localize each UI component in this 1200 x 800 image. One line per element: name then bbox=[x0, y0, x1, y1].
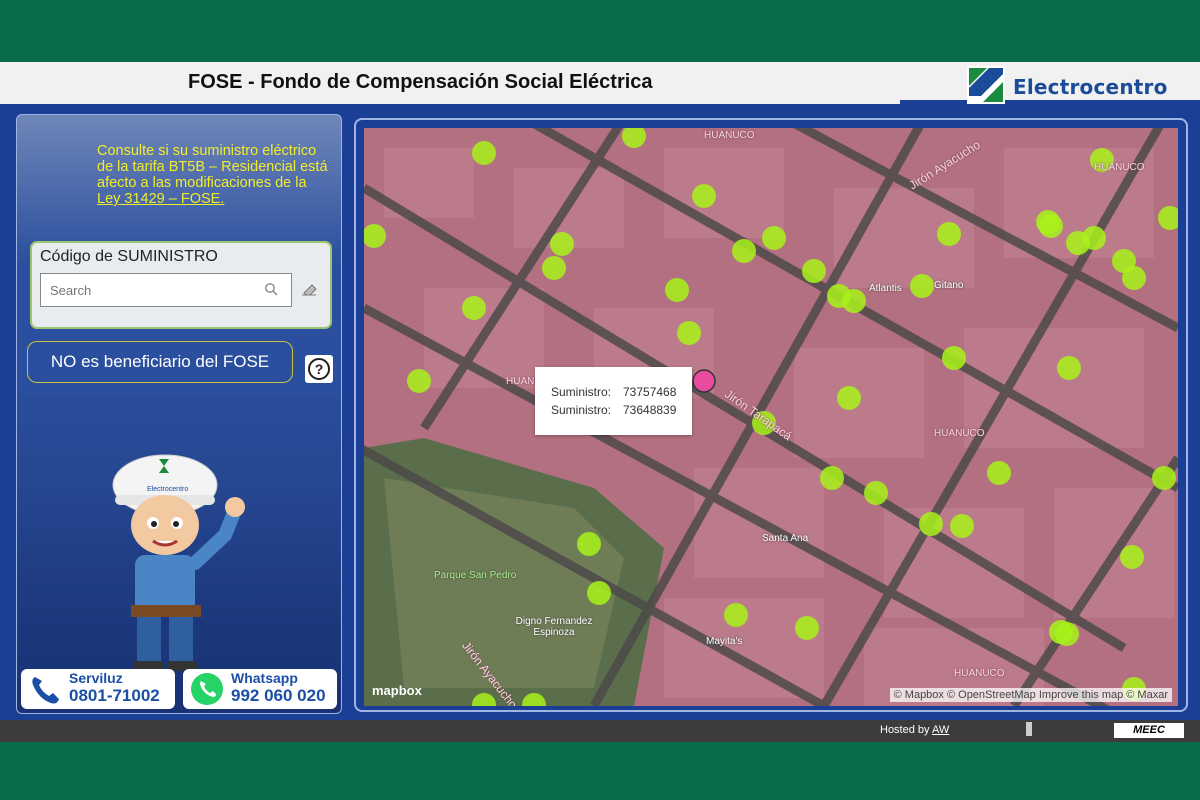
supply-marker[interactable] bbox=[677, 321, 701, 345]
popup-row: Suministro: 73648839 bbox=[551, 403, 676, 417]
supply-marker[interactable] bbox=[1039, 214, 1063, 238]
whatsapp-contact[interactable]: Whatsapp 992 060 020 bbox=[183, 669, 337, 709]
supply-marker[interactable] bbox=[910, 274, 934, 298]
map-label-huanuco: HUANUCO bbox=[934, 428, 985, 439]
electrocentro-logo: Electrocentro bbox=[967, 66, 1182, 104]
electrocentro-logo-icon bbox=[967, 66, 1005, 104]
supply-marker[interactable] bbox=[724, 603, 748, 627]
popup-label: Suministro: bbox=[551, 385, 612, 399]
intro-text: Consulte si su suministro eléctrico de l… bbox=[97, 143, 333, 207]
supply-marker[interactable] bbox=[919, 512, 943, 536]
whatsapp-number: 992 060 020 bbox=[231, 686, 326, 705]
app-frame: FOSE - Fondo de Compensación Social Eléc… bbox=[0, 62, 1200, 742]
eraser-icon[interactable] bbox=[300, 281, 318, 297]
footer: Hosted by AW MEEC bbox=[0, 720, 1200, 742]
supply-marker[interactable] bbox=[542, 256, 566, 280]
supply-marker[interactable] bbox=[820, 466, 844, 490]
serviluz-label: Serviluz bbox=[69, 670, 123, 686]
map-label-huanuco: HUANUCO bbox=[704, 130, 755, 141]
poi-parque: Parque San Pedro bbox=[434, 570, 517, 581]
poi-digno: Digno Fernandez Espinoza bbox=[515, 616, 593, 638]
map-label-huanuco: HUANUCO bbox=[1094, 162, 1145, 173]
header: FOSE - Fondo de Compensación Social Eléc… bbox=[0, 62, 1200, 108]
whatsapp-icon bbox=[191, 673, 223, 705]
map-panel: HUANUCO HUANUCO HUANUCO HUANUCO HUANUCO … bbox=[354, 118, 1188, 712]
help-glyph: ? bbox=[315, 361, 324, 377]
mascot-cap-text: Electrocentro bbox=[147, 486, 188, 493]
supply-marker[interactable] bbox=[1066, 231, 1090, 255]
supply-marker[interactable] bbox=[550, 232, 574, 256]
serviluz-contact[interactable]: Serviluz 0801-71002 bbox=[21, 669, 175, 709]
poi-santa-ana: Santa Ana bbox=[762, 533, 809, 544]
popup-value: 73757468 bbox=[623, 385, 677, 399]
search-input[interactable] bbox=[40, 273, 292, 307]
supply-marker[interactable] bbox=[837, 386, 861, 410]
logo-text: Electrocentro bbox=[1013, 75, 1168, 99]
popup-row: Suministro: 73757468 bbox=[551, 385, 676, 399]
supply-marker[interactable] bbox=[472, 141, 496, 165]
supply-marker[interactable] bbox=[864, 481, 888, 505]
map-popup: Suministro: 73757468 Suministro: 73648839 bbox=[535, 367, 692, 435]
whatsapp-label: Whatsapp bbox=[231, 670, 298, 686]
hosted-by: Hosted by AW bbox=[880, 724, 949, 736]
intro-body: Consulte si su suministro eléctrico de l… bbox=[97, 143, 328, 191]
supply-marker[interactable] bbox=[577, 532, 601, 556]
hosted-by-link[interactable]: AW bbox=[932, 724, 949, 736]
supply-marker[interactable] bbox=[1055, 622, 1079, 646]
help-icon: ? bbox=[308, 358, 330, 380]
supply-marker[interactable] bbox=[842, 289, 866, 313]
search-icon[interactable] bbox=[264, 282, 278, 296]
supply-marker[interactable] bbox=[462, 296, 486, 320]
phone-icon bbox=[32, 677, 59, 704]
supply-marker[interactable] bbox=[1152, 466, 1176, 490]
search-card: Código de SUMINISTRO bbox=[30, 241, 332, 329]
map-view[interactable]: HUANUCO HUANUCO HUANUCO HUANUCO HUANUCO … bbox=[364, 128, 1178, 706]
supply-marker[interactable] bbox=[937, 222, 961, 246]
supply-marker[interactable] bbox=[762, 226, 786, 250]
law-link[interactable]: Ley 31429 – FOSE. bbox=[97, 191, 224, 207]
supply-marker[interactable] bbox=[950, 514, 974, 538]
supply-marker[interactable] bbox=[795, 616, 819, 640]
supply-marker[interactable] bbox=[802, 259, 826, 283]
supply-marker[interactable] bbox=[665, 278, 689, 302]
help-button[interactable]: ? bbox=[305, 355, 333, 383]
supply-marker[interactable] bbox=[1057, 356, 1081, 380]
selected-marker bbox=[692, 369, 716, 393]
popup-label: Suministro: bbox=[551, 403, 612, 417]
supply-marker[interactable] bbox=[407, 369, 431, 393]
hosted-by-text: Hosted by bbox=[880, 724, 932, 736]
supply-marker[interactable] bbox=[692, 184, 716, 208]
supply-marker[interactable] bbox=[942, 346, 966, 370]
supply-marker[interactable] bbox=[587, 581, 611, 605]
supply-marker[interactable] bbox=[1120, 545, 1144, 569]
page-title: FOSE - Fondo de Compensación Social Eléc… bbox=[188, 71, 653, 93]
supply-marker[interactable] bbox=[1122, 266, 1146, 290]
mapbox-logo[interactable]: mapbox bbox=[372, 683, 422, 698]
status-badge: NO es beneficiario del FOSE bbox=[27, 341, 293, 383]
serviluz-number: 0801-71002 bbox=[69, 686, 160, 705]
supply-marker[interactable] bbox=[732, 239, 756, 263]
popup-value: 73648839 bbox=[623, 403, 677, 417]
map-attribution[interactable]: © Mapbox © OpenStreetMap Improve this ma… bbox=[889, 688, 1172, 702]
poi-atlantis: Atlantis bbox=[869, 283, 902, 294]
map-label-huanuco: HUANUCO bbox=[954, 668, 1005, 679]
sidebar-panel: Consulte si su suministro eléctrico de l… bbox=[16, 114, 342, 714]
mascot-illustration: Electrocentro bbox=[112, 454, 245, 671]
poi-mayitas: Mayita's bbox=[706, 636, 743, 647]
scroll-handle[interactable] bbox=[1026, 722, 1032, 736]
meec-logo: MEEC bbox=[1114, 723, 1184, 738]
poi-gitano: Gitano bbox=[934, 280, 964, 291]
code-label: Código de SUMINISTRO bbox=[40, 248, 218, 265]
supply-marker[interactable] bbox=[987, 461, 1011, 485]
